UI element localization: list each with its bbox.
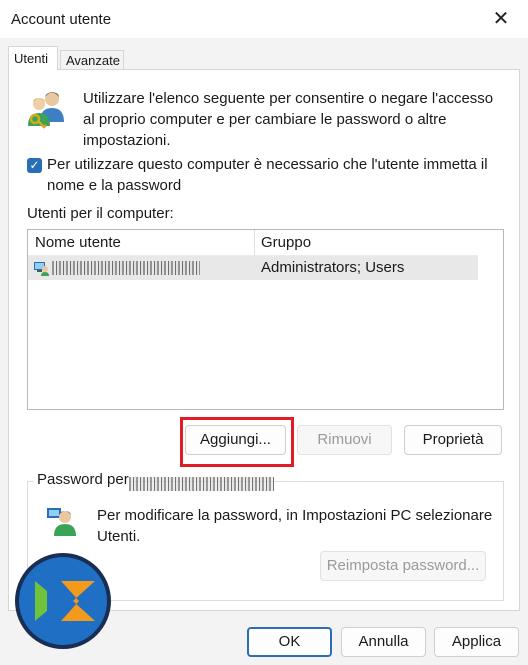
properties-button[interactable]: Proprietà	[404, 425, 502, 455]
tab-utenti[interactable]: Utenti	[8, 46, 58, 70]
require-login-checkbox[interactable]: ✓	[27, 158, 42, 173]
user-computer-icon	[33, 260, 49, 279]
list-header: Nome utente Gruppo	[28, 230, 478, 256]
user-group-cell: Administrators; Users	[261, 259, 405, 276]
table-row[interactable]: Administrators; Users	[28, 256, 478, 280]
users-icon	[25, 88, 67, 133]
users-listview[interactable]: Nome utente Gruppo Administrators; Users	[27, 229, 504, 410]
redacted-account-name	[129, 477, 274, 491]
column-header-group[interactable]: Gruppo	[261, 234, 311, 251]
user-password-icon	[45, 504, 79, 541]
add-button[interactable]: Aggiungi...	[185, 425, 286, 455]
reset-password-button[interactable]: Reimposta password...	[320, 551, 486, 581]
tab-avanzate[interactable]: Avanzate	[60, 50, 124, 70]
password-instructions: Per modificare la password, in Impostazi…	[97, 507, 493, 545]
users-list-label: Utenti per il computer:	[27, 205, 174, 222]
require-login-label[interactable]: Per utilizzare questo computer è necessa…	[47, 154, 497, 196]
tab-strip: Utenti Avanzate	[8, 46, 520, 70]
remove-button[interactable]: Rimuovi	[297, 425, 392, 455]
title-bar: Account utente ✕	[0, 0, 528, 38]
app-logo-icon	[13, 551, 113, 654]
window-title: Account utente	[11, 11, 112, 28]
close-button[interactable]: ✕	[488, 7, 514, 33]
apply-button[interactable]: Applica	[434, 627, 519, 657]
column-separator[interactable]	[254, 230, 255, 256]
column-header-username[interactable]: Nome utente	[35, 234, 121, 251]
cancel-button[interactable]: Annulla	[341, 627, 426, 657]
intro-text: Utilizzare l'elenco seguente per consent…	[83, 90, 494, 149]
ok-button[interactable]: OK	[247, 627, 332, 657]
password-group-label: Password per	[34, 471, 132, 488]
redacted-username	[52, 261, 200, 275]
